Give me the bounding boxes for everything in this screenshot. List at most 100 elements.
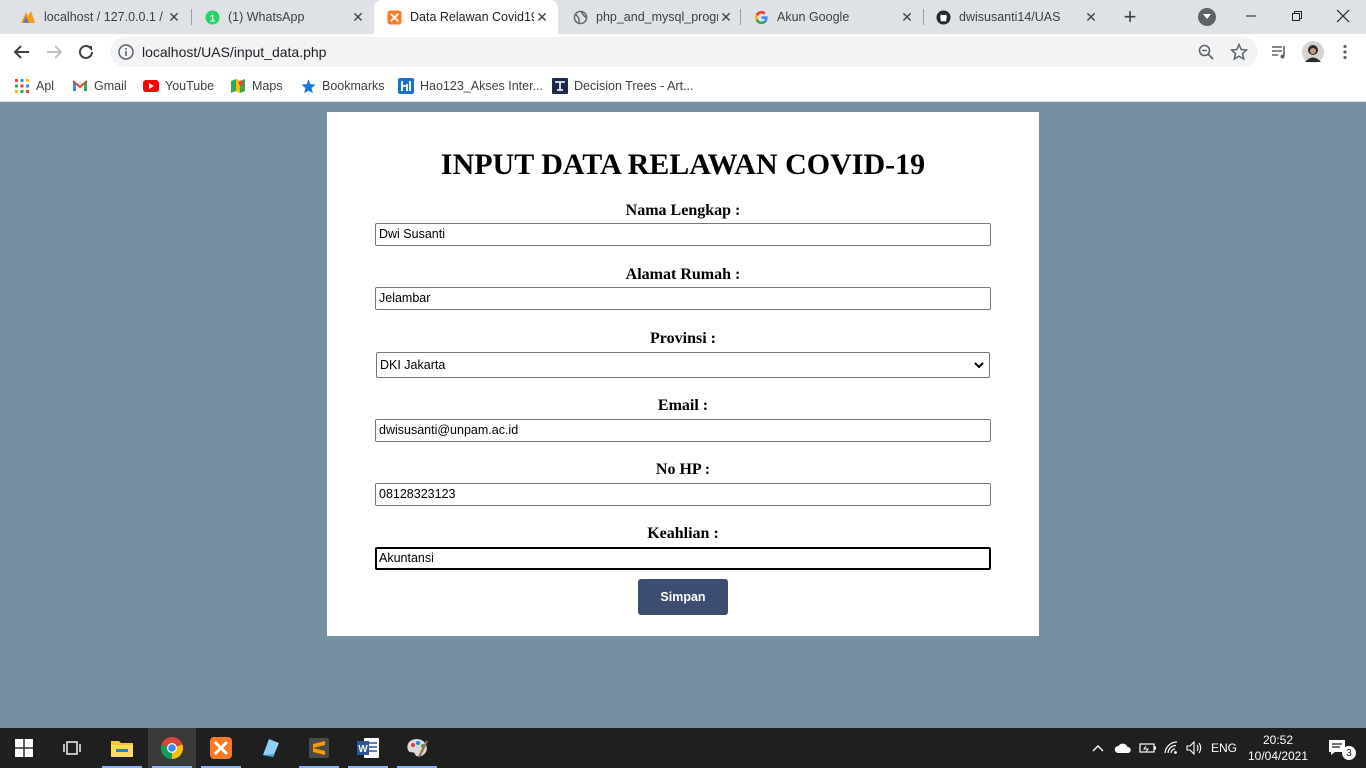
minimize-button[interactable] bbox=[1228, 0, 1274, 32]
hp-input[interactable]: 08128323123 bbox=[375, 483, 991, 506]
task-view-button[interactable] bbox=[48, 728, 96, 768]
start-button[interactable] bbox=[0, 728, 48, 768]
keahlian-label: Keahlian : bbox=[647, 525, 719, 542]
chevron-down-icon bbox=[1203, 14, 1211, 19]
arrow-right-icon bbox=[47, 45, 63, 59]
kebab-menu-icon[interactable] bbox=[1336, 43, 1354, 61]
nama-input[interactable]: Dwi Susanti bbox=[375, 223, 991, 246]
taskbar-xampp[interactable] bbox=[197, 728, 245, 768]
battery-plug-icon[interactable] bbox=[1137, 728, 1159, 768]
decision-trees-icon bbox=[552, 78, 568, 94]
bookmark-decision-trees[interactable]: Decision Trees - Art... bbox=[552, 77, 693, 95]
taskbar-paint[interactable] bbox=[393, 728, 441, 768]
tab-search-button[interactable] bbox=[1198, 8, 1216, 26]
taskbar-file-explorer[interactable] bbox=[98, 728, 146, 768]
chrome-icon bbox=[160, 737, 184, 760]
alamat-label: Alamat Rumah : bbox=[625, 266, 741, 283]
new-tab-button[interactable]: + bbox=[1118, 4, 1142, 29]
forward-button[interactable] bbox=[42, 40, 66, 64]
bookmark-bookmarks[interactable]: Bookmarks bbox=[300, 77, 385, 95]
word-icon: W bbox=[357, 738, 379, 758]
close-tab-icon[interactable]: ✕ bbox=[718, 9, 734, 25]
bookmark-label: Maps bbox=[252, 79, 283, 93]
clock-time: 20:52 bbox=[1262, 733, 1294, 747]
close-window-button[interactable] bbox=[1320, 0, 1366, 32]
volume-icon[interactable] bbox=[1184, 728, 1206, 768]
taskbar-sublime-text[interactable] bbox=[295, 728, 343, 768]
reading-list-icon[interactable] bbox=[1270, 43, 1288, 61]
folder-icon bbox=[111, 741, 133, 757]
onedrive-cloud-icon[interactable] bbox=[1112, 728, 1134, 768]
tab-title: Akun Google bbox=[777, 10, 850, 24]
reload-icon bbox=[79, 44, 93, 59]
phpmyadmin-icon bbox=[20, 9, 36, 25]
bookmark-gmail[interactable]: Gmail bbox=[72, 77, 127, 95]
alamat-input[interactable]: Jelambar bbox=[375, 287, 991, 310]
task-view-icon bbox=[63, 741, 81, 755]
bookmark-star-icon[interactable] bbox=[1229, 42, 1249, 61]
bookmark-label: Hao123_Akses Inter... bbox=[420, 79, 543, 93]
apps-grid-icon bbox=[14, 78, 30, 94]
chevron-down-icon bbox=[974, 362, 984, 369]
bookmarks-bar: Apl Gmail YouTube Maps Bookmarks Hao123_… bbox=[0, 70, 1366, 102]
clock-date: 10/04/2021 bbox=[1247, 749, 1309, 763]
taskbar-word[interactable]: W bbox=[344, 728, 392, 768]
email-input[interactable]: dwisusanti@unpam.ac.id bbox=[375, 419, 991, 442]
close-tab-icon[interactable]: ✕ bbox=[534, 9, 550, 25]
back-button[interactable] bbox=[10, 40, 34, 64]
provinsi-label: Provinsi : bbox=[650, 330, 716, 347]
tab-data-relawan[interactable]: Data Relawan Covid19 ✕ bbox=[374, 0, 558, 34]
close-tab-icon[interactable]: ✕ bbox=[1083, 9, 1099, 25]
zoom-icon[interactable] bbox=[1198, 44, 1214, 60]
action-center-button[interactable]: 3 bbox=[1318, 728, 1358, 768]
reload-button[interactable] bbox=[74, 40, 98, 64]
close-tab-icon[interactable]: ✕ bbox=[350, 9, 366, 25]
tab-whatsapp[interactable]: 1 (1) WhatsApp ✕ bbox=[184, 0, 374, 34]
svg-text:1: 1 bbox=[209, 13, 214, 23]
bookmark-maps[interactable]: Maps bbox=[230, 77, 283, 95]
bookmark-youtube[interactable]: YouTube bbox=[143, 77, 214, 95]
notepad-icon bbox=[263, 739, 279, 757]
taskbar-notepad[interactable] bbox=[246, 728, 294, 768]
bookmark-hao123[interactable]: Hao123_Akses Inter... bbox=[398, 77, 543, 95]
close-tab-icon[interactable]: ✕ bbox=[899, 9, 915, 25]
address-bar[interactable]: localhost/UAS/input_data.php bbox=[110, 37, 1258, 67]
taskbar-chrome[interactable] bbox=[148, 728, 196, 768]
star-icon bbox=[300, 78, 316, 94]
windows-logo-icon bbox=[15, 739, 33, 757]
sublime-text-icon bbox=[309, 738, 329, 758]
clock[interactable]: 20:52 10/04/2021 bbox=[1240, 732, 1316, 764]
provinsi-select[interactable]: DKI Jakarta bbox=[376, 352, 990, 378]
wifi-icon[interactable] bbox=[1161, 728, 1183, 768]
google-icon bbox=[753, 9, 769, 25]
bookmark-label: Bookmarks bbox=[322, 79, 385, 93]
gmail-icon bbox=[72, 78, 88, 94]
restore-icon bbox=[1292, 11, 1302, 21]
tray-chevron-up-icon[interactable] bbox=[1088, 728, 1108, 768]
simpan-button[interactable]: Simpan bbox=[638, 579, 728, 615]
url-text: localhost/UAS/input_data.php bbox=[142, 44, 327, 60]
close-icon bbox=[1336, 9, 1350, 23]
nama-label: Nama Lengkap : bbox=[625, 202, 741, 219]
tab-github[interactable]: dwisusanti14/UAS ✕ bbox=[915, 0, 1107, 34]
profile-avatar[interactable] bbox=[1302, 41, 1324, 63]
language-indicator[interactable]: ENG bbox=[1208, 728, 1240, 768]
bookmark-apps[interactable]: Apl bbox=[14, 77, 54, 95]
tab-php-mysql[interactable]: php_and_mysql_progr ✕ bbox=[552, 0, 742, 34]
tab-akun-google[interactable]: Akun Google ✕ bbox=[733, 0, 923, 34]
bookmark-label: Apl bbox=[36, 79, 55, 93]
youtube-icon bbox=[143, 78, 159, 94]
keahlian-input[interactable]: Akuntansi bbox=[375, 547, 991, 570]
windows-taskbar: W ENG 20:52 10/04/2021 3 bbox=[0, 728, 1366, 768]
notification-count-badge: 3 bbox=[1342, 746, 1356, 760]
info-icon[interactable] bbox=[118, 44, 134, 60]
xampp-icon bbox=[210, 737, 232, 759]
restore-button[interactable] bbox=[1274, 0, 1320, 32]
tab-phpmyadmin[interactable]: localhost / 127.0.0.1 / u ✕ bbox=[0, 0, 190, 34]
close-tab-icon[interactable]: ✕ bbox=[166, 9, 182, 25]
hao123-icon bbox=[398, 78, 414, 94]
minimize-icon bbox=[1246, 15, 1256, 17]
bookmark-label: Decision Trees - Art... bbox=[574, 79, 694, 93]
arrow-left-icon bbox=[13, 45, 29, 59]
tab-title: dwisusanti14/UAS bbox=[959, 10, 1061, 24]
